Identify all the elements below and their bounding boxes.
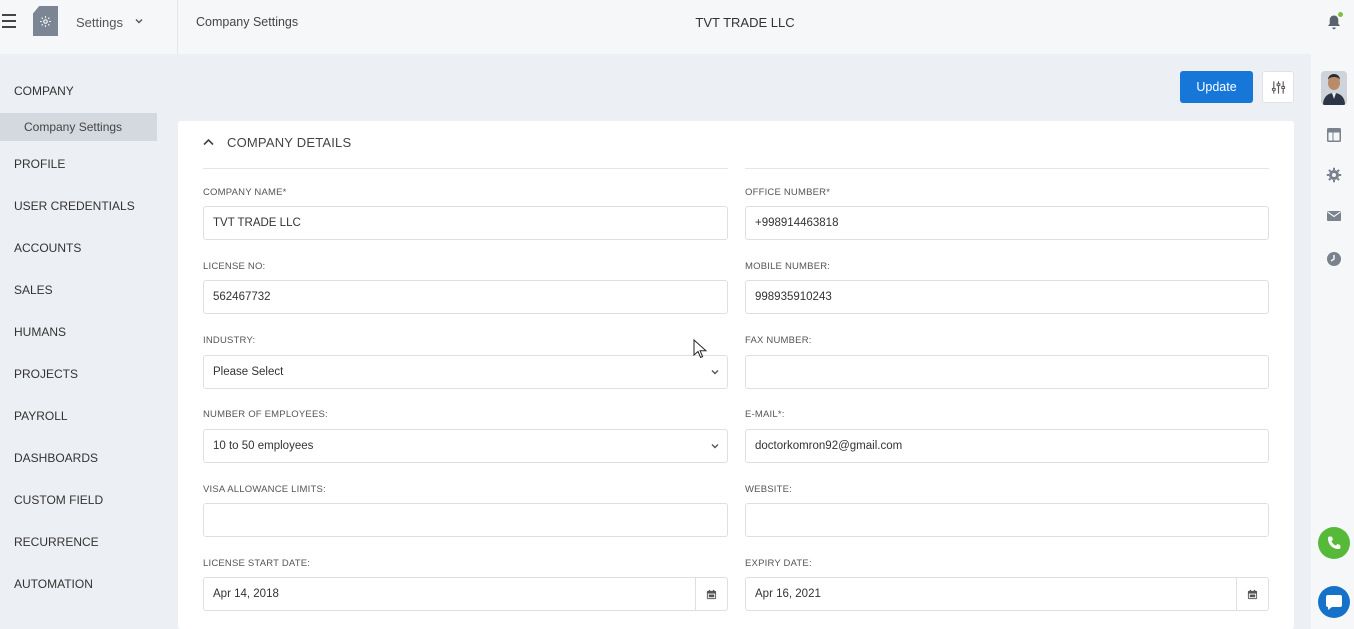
calendar-icon: [706, 589, 717, 599]
breadcrumb: Company Settings: [196, 15, 299, 29]
divider: [203, 168, 728, 169]
company-details-header[interactable]: COMPANY DETAILS: [202, 135, 351, 150]
nav-dashboards[interactable]: DASHBOARDS: [14, 451, 98, 465]
nav-projects[interactable]: PROJECTS: [14, 367, 78, 381]
nav-accounts[interactable]: ACCOUNTS: [14, 241, 81, 255]
company-name-field[interactable]: TVT TRADE LLC: [203, 206, 728, 240]
expiry-date-value: Apr 16, 2021: [755, 588, 821, 600]
nav-company-settings[interactable]: Company Settings: [0, 113, 157, 141]
calendar-button[interactable]: [1236, 578, 1268, 610]
gear-icon: [40, 15, 51, 27]
section-title: COMPANY DETAILS: [227, 135, 352, 150]
nav-payroll[interactable]: PAYROLL: [14, 409, 68, 423]
nav-user-credentials[interactable]: USER CREDENTIALS: [14, 199, 135, 213]
license-no-field[interactable]: 562467732: [203, 280, 728, 314]
clock-icon[interactable]: [1326, 251, 1342, 267]
employees-label: NUMBER OF EMPLOYEES:: [203, 409, 328, 420]
industry-label: INDUSTRY:: [203, 335, 256, 346]
nav-sales[interactable]: SALES: [14, 283, 53, 297]
settings-app-logo[interactable]: [33, 6, 58, 36]
email-label: E-MAIL*:: [745, 409, 785, 420]
settings-toggle-button[interactable]: [1262, 71, 1294, 103]
chevron-down-icon: [711, 370, 719, 375]
user-avatar-icon: [1321, 71, 1347, 105]
right-rail: [1311, 0, 1354, 629]
avatar[interactable]: [1321, 71, 1347, 105]
mobile-number-label: MOBILE NUMBER:: [745, 261, 831, 272]
chevron-down-icon: [711, 444, 719, 449]
mobile-number-field[interactable]: 998935910243: [745, 280, 1269, 314]
update-button[interactable]: Update: [1180, 71, 1253, 103]
license-start-date-field[interactable]: Apr 14, 2018: [203, 577, 728, 611]
chevron-up-icon: [203, 138, 214, 146]
industry-select[interactable]: Please Select: [203, 355, 728, 389]
nav-recurrence[interactable]: RECURRENCE: [14, 535, 99, 549]
hamburger-icon[interactable]: [2, 14, 16, 28]
industry-select-value: Please Select: [213, 366, 284, 378]
app-name[interactable]: Settings: [76, 15, 123, 30]
website-label: WEBSITE:: [745, 484, 792, 495]
license-start-date-label: LICENSE START DATE:: [203, 558, 311, 569]
nav-profile[interactable]: PROFILE: [14, 157, 65, 171]
nav-automation[interactable]: AUTOMATION: [14, 577, 93, 591]
divider: [745, 168, 1269, 169]
calendar-icon: [1247, 589, 1258, 599]
top-bar: Settings Company Settings TVT TRADE LLC: [0, 0, 1311, 54]
company-name-label: COMPANY NAME*: [203, 187, 287, 198]
employees-select[interactable]: 10 to 50 employees: [203, 429, 728, 463]
visa-allowance-label: VISA ALLOWANCE LIMITS:: [203, 484, 326, 495]
calendar-button[interactable]: [695, 578, 727, 610]
mail-icon[interactable]: [1326, 208, 1342, 224]
office-number-label: OFFICE NUMBER*: [745, 187, 831, 198]
sliders-icon: [1271, 80, 1285, 94]
chevron-down-icon[interactable]: [134, 16, 144, 26]
left-nav: COMPANY Company Settings PROFILE USER CR…: [0, 54, 178, 629]
app-switcher-area: Settings: [0, 0, 178, 54]
layout-icon[interactable]: [1326, 127, 1342, 143]
fax-number-field[interactable]: [745, 355, 1269, 389]
call-button[interactable]: [1318, 527, 1350, 559]
license-no-label: LICENSE NO:: [203, 261, 266, 272]
expiry-date-field[interactable]: Apr 16, 2021: [745, 577, 1269, 611]
notification-dot: [1338, 12, 1343, 17]
mouse-cursor-icon: [693, 339, 707, 359]
phone-icon: [1328, 536, 1341, 549]
license-start-date-value: Apr 14, 2018: [213, 588, 279, 600]
chat-icon: [1326, 595, 1342, 610]
company-details-card: COMPANY DETAILS COMPANY NAME* TVT TRADE …: [178, 121, 1294, 629]
employees-select-value: 10 to 50 employees: [213, 440, 314, 452]
visa-allowance-field[interactable]: [203, 503, 728, 537]
nav-company[interactable]: COMPANY: [14, 84, 74, 98]
nav-custom-field[interactable]: CUSTOM FIELD: [14, 493, 103, 507]
chat-button[interactable]: [1318, 586, 1350, 618]
company-title: TVT TRADE LLC: [695, 15, 795, 30]
expiry-date-label: EXPIRY DATE:: [745, 558, 812, 569]
fax-number-label: FAX NUMBER:: [745, 335, 812, 346]
email-field[interactable]: doctorkomron92@gmail.com: [745, 429, 1269, 463]
website-field[interactable]: [745, 503, 1269, 537]
gear-icon[interactable]: [1326, 167, 1342, 183]
office-number-field[interactable]: +998914463818: [745, 206, 1269, 240]
nav-humans[interactable]: HUMANS: [14, 325, 66, 339]
